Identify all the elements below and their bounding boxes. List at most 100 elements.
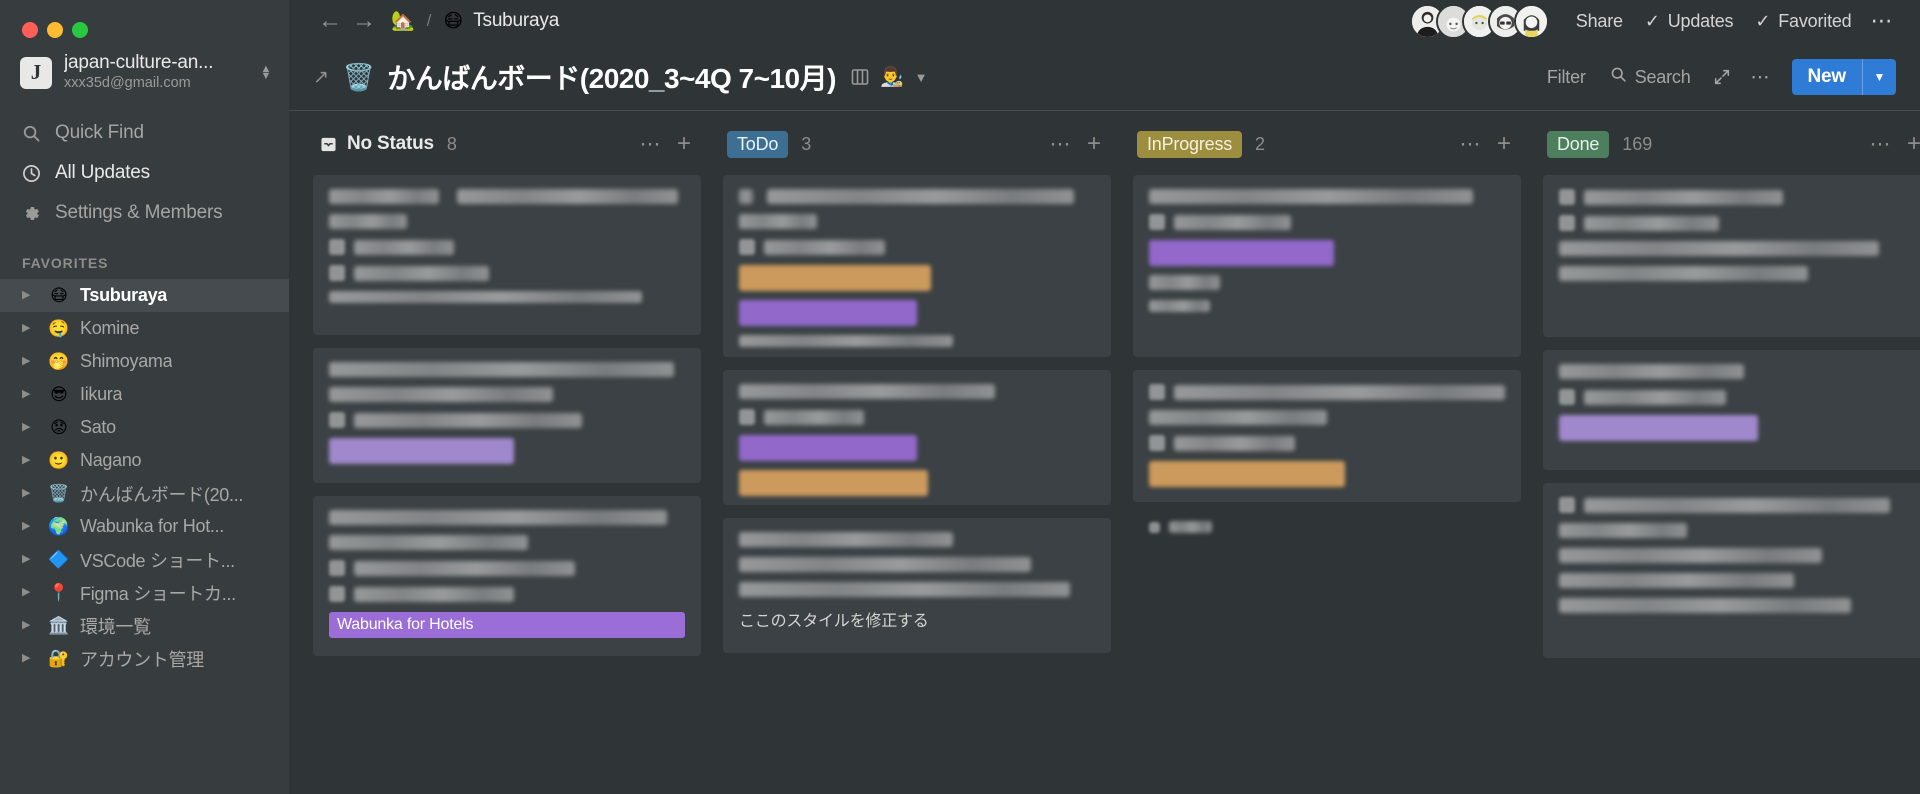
arrow-up-right-icon[interactable]: ↗	[313, 68, 329, 87]
sidebar-item-kanban-board[interactable]: ▶ 🗑️ かんばんボード(20...	[0, 477, 289, 510]
breadcrumb: 🏡 / 😷 Tsuburaya	[391, 10, 559, 32]
expand-view-button[interactable]	[1703, 61, 1741, 93]
sidebar-item-vscode-shortcuts[interactable]: ▶ 🔷 VSCode ショート...	[0, 543, 289, 576]
close-window-button[interactable]	[22, 22, 38, 38]
avatar[interactable]	[1513, 3, 1549, 39]
new-button[interactable]: New	[1791, 59, 1862, 95]
arrow-right-icon[interactable]: →	[347, 4, 381, 38]
favorited-button[interactable]: ✓ Favorited	[1744, 5, 1862, 37]
kanban-card[interactable]	[1133, 175, 1521, 357]
page-emoji-icon: 🤤	[48, 319, 70, 338]
sidebar-item-all-updates[interactable]: All Updates	[0, 153, 289, 193]
chevron-right-icon[interactable]: ▶	[22, 587, 38, 598]
collaborator-avatars[interactable]	[1409, 3, 1549, 39]
column-title[interactable]: Done	[1547, 130, 1610, 158]
column-add-card-button[interactable]: +	[1491, 132, 1517, 156]
chevron-right-icon[interactable]: ▶	[22, 620, 38, 631]
sidebar-item-settings-members[interactable]: Settings & Members	[0, 193, 289, 233]
arrow-left-icon[interactable]: ←	[313, 4, 347, 38]
maximize-window-button[interactable]	[72, 22, 88, 38]
kanban-column-no-status: No Status 8 ⋯ + Wabunka for Hotels	[313, 125, 701, 751]
sidebar-item-kankyo-ichiran[interactable]: ▶ 🏛️ 環境一覧	[0, 609, 289, 642]
column-more-button[interactable]: ⋯	[630, 134, 671, 155]
sidebar-item-iikura[interactable]: ▶ 😎 Iikura	[0, 378, 289, 411]
kanban-card[interactable]	[1543, 483, 1920, 658]
search-button[interactable]: Search	[1598, 61, 1703, 93]
chevron-right-icon[interactable]: ▶	[22, 389, 38, 400]
chevron-right-icon[interactable]: ▶	[22, 521, 38, 532]
main-content: ← → 🏡 / 😷 Tsuburaya Share ✓ Updates ✓ Fa…	[289, 0, 1920, 794]
chevron-right-icon[interactable]: ▶	[22, 356, 38, 367]
sidebar-item-wabunka-for-hotels[interactable]: ▶ 🌍 Wabunka for Hot...	[0, 510, 289, 543]
sidebar-item-account-kanri[interactable]: ▶ 🔐 アカウント管理	[0, 642, 289, 675]
kanban-card[interactable]	[313, 175, 701, 335]
sidebar-item-komine[interactable]: ▶ 🤤 Komine	[0, 312, 289, 345]
column-add-card-button[interactable]: +	[1081, 132, 1107, 156]
column-cards: ここのスタイルを修正する	[723, 163, 1111, 653]
chevron-right-icon[interactable]: ▶	[22, 455, 38, 466]
top-bar: ← → 🏡 / 😷 Tsuburaya Share ✓ Updates ✓ Fa…	[289, 0, 1920, 42]
sidebar-item-tsuburaya[interactable]: ▶ 😷 Tsuburaya	[0, 279, 289, 312]
more-options-button[interactable]: ⋯	[1863, 5, 1903, 37]
sidebar-item-nagano[interactable]: ▶ 🙂 Nagano	[0, 444, 289, 477]
kanban-card[interactable]	[723, 175, 1111, 357]
kanban-card[interactable]	[1543, 350, 1920, 470]
column-header: ToDo 3 ⋯ +	[723, 125, 1111, 163]
filter-button[interactable]: Filter	[1535, 61, 1598, 93]
kanban-column-done: Done 169 ⋯ +	[1543, 125, 1920, 751]
kanban-card[interactable]	[1543, 175, 1920, 337]
page-emoji-icon: 🌍	[48, 517, 70, 536]
card-text: ここのスタイルを修正する	[739, 613, 929, 630]
workspace-switcher[interactable]: J japan-culture-an... xxx35d@gmail.com ▲…	[0, 42, 289, 103]
sidebar-nav: Quick Find All Updates Settings & Member…	[0, 113, 289, 233]
kanban-card[interactable]	[313, 348, 701, 483]
chevron-right-icon[interactable]: ▶	[22, 422, 38, 433]
new-dropdown-caret[interactable]: ▼	[1862, 59, 1896, 95]
page-title[interactable]: かんばんボード(2020_3~4Q 7~10月)	[387, 57, 836, 97]
page-emoji-icon: 🔷	[48, 550, 70, 569]
column-more-button[interactable]: ⋯	[1040, 134, 1081, 155]
sidebar-item-sato[interactable]: ▶ 😟 Sato	[0, 411, 289, 444]
chevron-right-icon[interactable]: ▶	[22, 488, 38, 499]
chevron-updown-icon[interactable]: ▲ ▼	[257, 63, 275, 81]
minimize-window-button[interactable]	[47, 22, 63, 38]
kanban-card[interactable]	[1133, 370, 1521, 502]
column-count: 2	[1255, 133, 1266, 154]
sidebar-item-shimoyama[interactable]: ▶ 🤭 Shimoyama	[0, 345, 289, 378]
sidebar-item-label: Settings & Members	[55, 202, 223, 223]
kanban-card[interactable]: Wabunka for Hotels	[313, 496, 701, 656]
window-traffic-lights	[0, 0, 289, 42]
share-button[interactable]: Share	[1565, 5, 1634, 37]
sidebar-item-label: Figma ショートカ...	[80, 583, 236, 604]
chevron-down-icon[interactable]: ▼	[915, 70, 928, 85]
column-title[interactable]: ToDo	[727, 130, 789, 158]
share-label: Share	[1575, 10, 1623, 31]
board-header: ↗ 🗑️ かんばんボード(2020_3~4Q 7~10月) 👨‍🎨 ▼ Filt…	[289, 42, 1920, 98]
chevron-right-icon[interactable]: ▶	[22, 290, 38, 301]
chevron-right-icon[interactable]: ▶	[22, 653, 38, 664]
board-owner-avatar[interactable]: 👨‍🎨	[880, 68, 904, 87]
column-title[interactable]: InProgress	[1137, 130, 1243, 158]
updates-button[interactable]: ✓ Updates	[1634, 5, 1745, 37]
search-icon	[20, 122, 42, 144]
favorites-section-title: FAVORITES	[22, 255, 109, 271]
column-add-card-button[interactable]: +	[1901, 132, 1920, 156]
board-view-icon[interactable]	[850, 67, 870, 87]
column-more-button[interactable]: ⋯	[1860, 134, 1901, 155]
column-more-button[interactable]: ⋯	[1450, 134, 1491, 155]
sidebar-item-label: VSCode ショート...	[80, 550, 235, 571]
sidebar-item-quick-find[interactable]: Quick Find	[0, 113, 289, 153]
kanban-card-placeholder[interactable]	[1133, 515, 1521, 549]
column-title[interactable]: No Status	[347, 133, 434, 155]
chevron-right-icon[interactable]: ▶	[22, 323, 38, 334]
board-more-options-button[interactable]: ⋯	[1741, 61, 1780, 93]
breadcrumb-page-name[interactable]: Tsuburaya	[473, 10, 559, 32]
kanban-card[interactable]	[723, 370, 1111, 505]
sidebar-item-figma-shortcuts[interactable]: ▶ 📍 Figma ショートカ...	[0, 576, 289, 609]
home-icon[interactable]: 🏡	[391, 12, 415, 31]
column-cards: Wabunka for Hotels	[313, 163, 701, 656]
column-add-card-button[interactable]: +	[671, 132, 697, 156]
chevron-right-icon[interactable]: ▶	[22, 554, 38, 565]
page-emoji-icon: 😷	[50, 286, 68, 305]
kanban-card[interactable]: ここのスタイルを修正する	[723, 518, 1111, 653]
